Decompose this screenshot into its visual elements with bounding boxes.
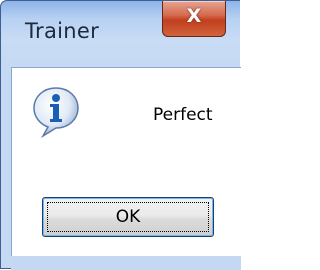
ok-button-label: OK [115, 207, 141, 227]
title-bar[interactable]: Trainer X [1, 1, 241, 67]
dialog-window: Trainer X Perfect OK [0, 0, 241, 270]
window-title: Trainer [25, 19, 100, 43]
close-button[interactable]: X [162, 1, 226, 37]
window-bottom-border [11, 256, 241, 270]
ok-button[interactable]: OK [42, 197, 214, 237]
close-icon: X [186, 5, 202, 27]
dialog-message: Perfect [153, 105, 213, 125]
info-icon [33, 87, 79, 139]
